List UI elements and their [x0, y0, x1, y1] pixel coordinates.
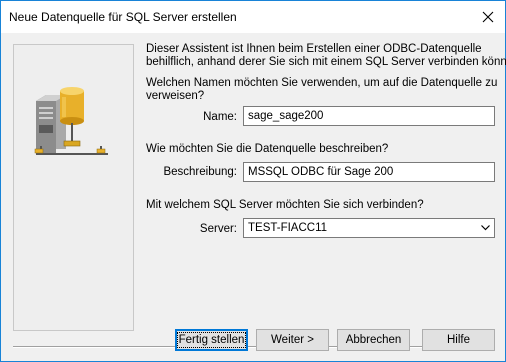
server-select-value: TEST-FIACC11 — [248, 222, 328, 234]
help-button-label: Hilfe — [446, 334, 470, 346]
name-question-line-1: Welchen Namen möchten Sie verwenden, um … — [146, 77, 498, 89]
description-input[interactable]: MSSQL ODBC für Sage 200 — [243, 162, 495, 182]
next-button-label: Weiter > — [271, 334, 314, 346]
name-label: Name: — [203, 111, 237, 123]
close-button[interactable] — [471, 1, 505, 33]
close-icon — [482, 11, 494, 23]
intro-text-line-1: Dieser Assistent ist Ihnen beim Erstelle… — [146, 43, 482, 55]
dialog-window: Neue Datenquelle für SQL Server erstelle… — [0, 0, 506, 362]
finish-button[interactable]: Fertig stellen — [175, 329, 248, 351]
title-bar: Neue Datenquelle für SQL Server erstelle… — [1, 1, 505, 33]
window-title: Neue Datenquelle für SQL Server erstelle… — [9, 10, 237, 24]
server-label: Server: — [199, 223, 237, 235]
server-select[interactable]: TEST-FIACC11 — [243, 218, 495, 238]
server-question: Mit welchem SQL Server möchten Sie sich … — [146, 199, 424, 211]
help-button[interactable]: Hilfe — [422, 329, 495, 351]
name-question-line-2: verweisen? — [146, 90, 205, 102]
description-question: Wie möchten Sie die Datenquelle beschrei… — [146, 143, 389, 155]
dropdown-button[interactable] — [476, 219, 494, 237]
server-database-network-icon — [34, 87, 108, 155]
finish-button-label: Fertig stellen — [176, 332, 247, 348]
cancel-button[interactable]: Abbrechen — [337, 329, 410, 351]
wizard-illustration-panel — [13, 44, 134, 331]
next-button[interactable]: Weiter > — [256, 329, 329, 351]
chevron-down-icon — [480, 225, 490, 231]
dialog-content: Dieser Assistent ist Ihnen beim Erstelle… — [1, 33, 506, 361]
name-input[interactable]: sage_sage200 — [243, 106, 495, 126]
cancel-button-label: Abbrechen — [345, 334, 402, 346]
intro-text-line-2: behilflich, anhand derer Sie sich mit ei… — [146, 56, 506, 68]
description-label: Beschreibung: — [163, 166, 237, 178]
